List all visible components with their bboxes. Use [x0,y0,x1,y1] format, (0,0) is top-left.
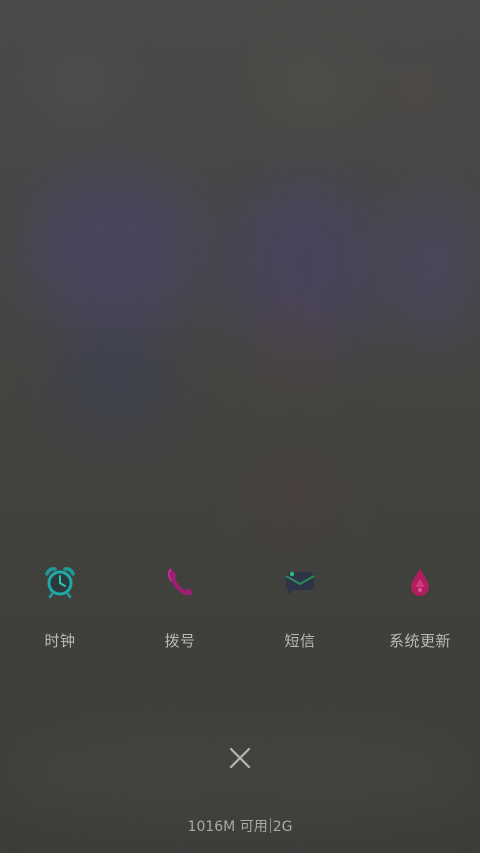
alarm-clock-icon [38,560,82,604]
recent-apps-row: 时钟 拨号 短信 系统更新 [0,560,480,651]
memory-divider [269,818,271,833]
recent-app-label: 短信 [284,632,316,650]
recent-app-dialer[interactable]: 拨号 [120,560,240,651]
recent-app-label: 拨号 [164,632,196,650]
update-drop-icon [398,560,442,604]
recent-app-clock[interactable]: 时钟 [0,560,120,651]
phone-icon [158,560,202,604]
message-icon [278,560,322,604]
recent-app-messages[interactable]: 短信 [240,560,360,651]
memory-available: 1016M 可用 [187,819,268,835]
close-all-button[interactable] [220,738,260,778]
recent-app-label: 系统更新 [388,632,451,650]
recent-app-system-update[interactable]: 系统更新 [360,560,480,651]
close-icon [229,747,251,769]
memory-total: 2G [272,819,293,835]
recent-app-label: 时钟 [44,632,76,650]
recent-apps-screen: 时钟 拨号 短信 系统更新 1016M 可用 2G [0,0,480,853]
blurred-wallpaper [0,0,480,853]
memory-status: 1016M 可用 2G [0,816,480,836]
